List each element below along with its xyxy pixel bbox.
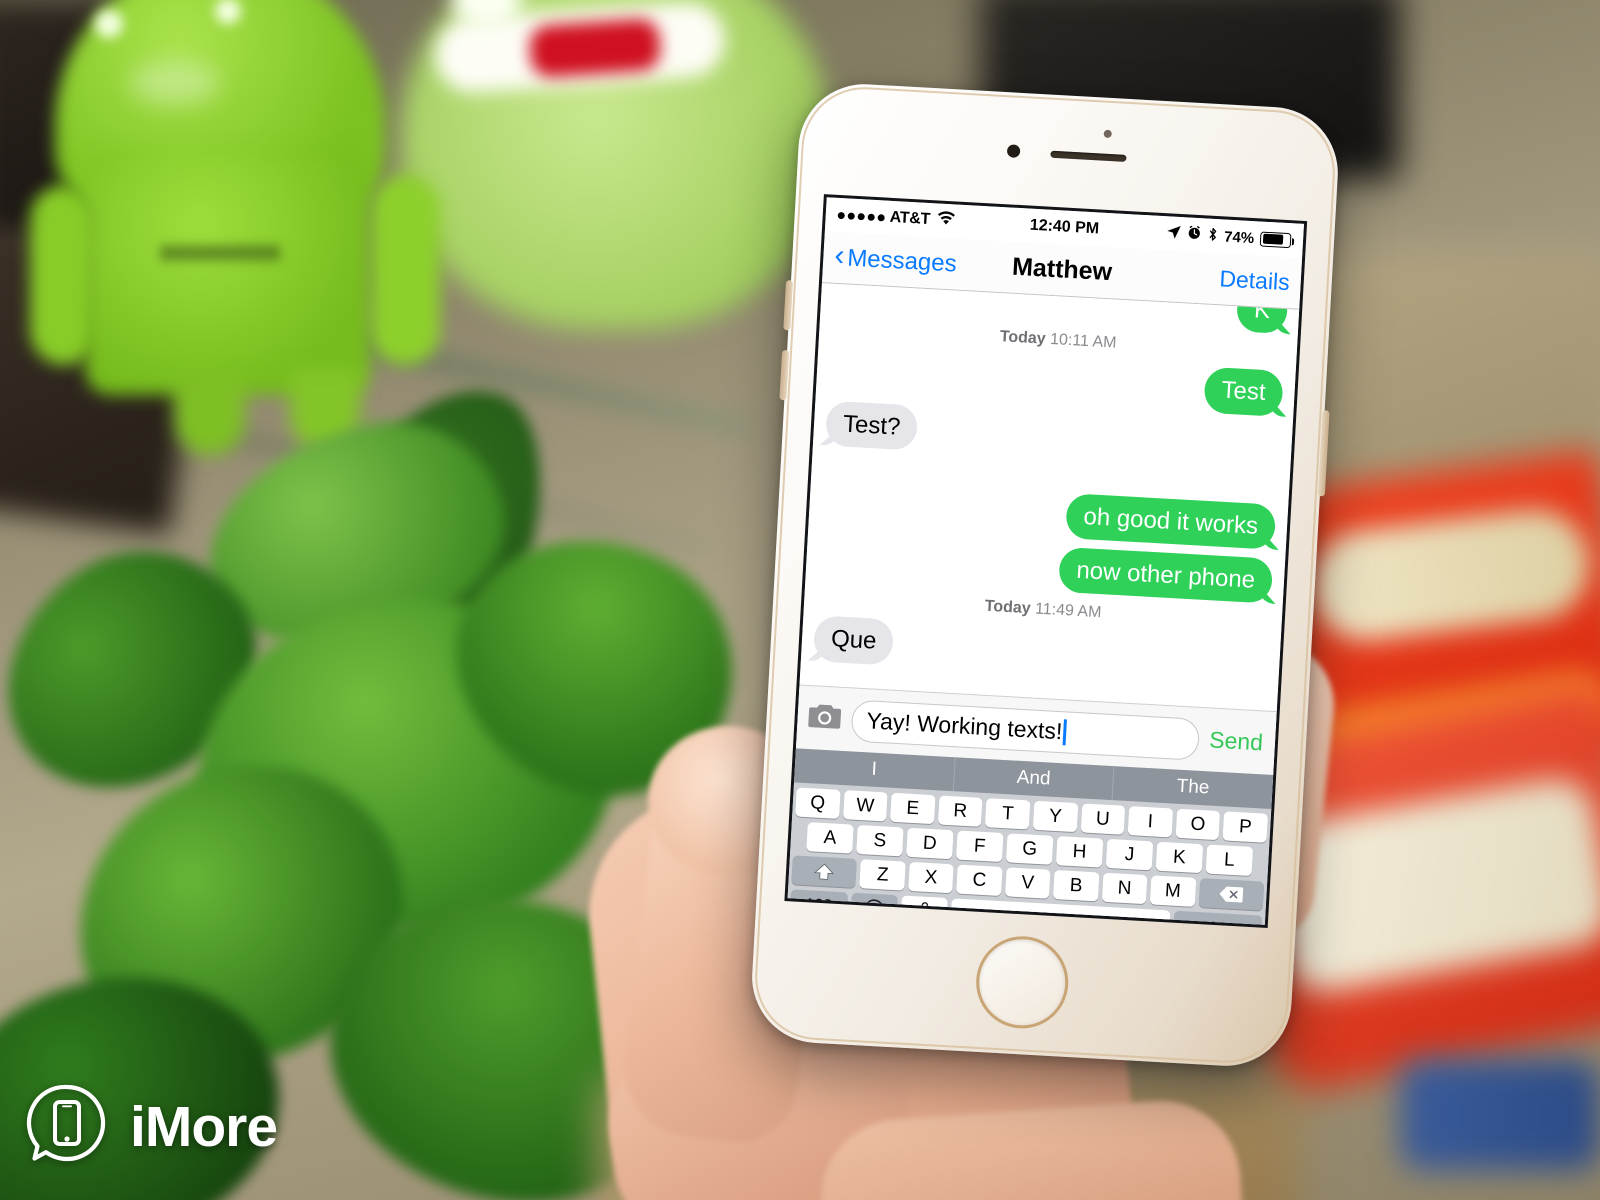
bluetooth-icon [1207, 226, 1219, 246]
alarm-clock-icon [1187, 225, 1202, 244]
timestamp-prefix: Today [984, 598, 1032, 618]
carrier-label: AT&T [889, 208, 931, 229]
location-arrow-icon [1166, 224, 1182, 244]
key-i[interactable]: I [1127, 806, 1173, 838]
key-u[interactable]: U [1080, 803, 1126, 835]
key-k[interactable]: K [1155, 841, 1204, 874]
key-d[interactable]: D [906, 827, 954, 860]
message-text-input[interactable]: Yay! Working texts! [850, 698, 1201, 761]
key-c[interactable]: C [956, 864, 1003, 897]
key-g[interactable]: G [1005, 833, 1054, 865]
key-o[interactable]: O [1175, 808, 1221, 841]
message-input-value: Yay! Working texts! [865, 707, 1064, 745]
imore-phone-bubble-logo [26, 1083, 108, 1170]
phone-screen: AT&T 12:40 PM 74% ‹ Messages Matthew Det… [784, 194, 1308, 928]
onscreen-keyboard[interactable]: I And The Q W E R T Y U I O P A S D F G … [787, 748, 1274, 928]
key-l[interactable]: L [1205, 844, 1254, 876]
shift-up-arrow-icon[interactable] [791, 855, 858, 888]
key-h[interactable]: H [1055, 836, 1104, 868]
battery-icon [1259, 230, 1292, 248]
wifi-icon [936, 210, 956, 231]
backspace-delete-icon[interactable] [1198, 878, 1265, 911]
key-f[interactable]: F [955, 830, 1004, 863]
battery-percent-label: 74% [1223, 227, 1255, 247]
key-m[interactable]: M [1149, 875, 1196, 907]
iphone-device: AT&T 12:40 PM 74% ‹ Messages Matthew Det… [748, 80, 1342, 1070]
key-b[interactable]: B [1053, 870, 1100, 902]
key-q[interactable]: Q [795, 787, 841, 819]
key-s[interactable]: S [856, 824, 904, 857]
message-bubble-incoming[interactable]: Que [812, 615, 895, 666]
timestamp-time: 10:11 AM [1049, 331, 1117, 352]
key-w[interactable]: W [842, 790, 888, 822]
key-p[interactable]: P [1222, 811, 1268, 843]
key-r[interactable]: R [937, 795, 983, 827]
text-cursor [1062, 718, 1067, 745]
key-a[interactable]: A [806, 822, 854, 854]
key-j[interactable]: J [1105, 838, 1154, 871]
imore-brand-text: iMore [130, 1094, 278, 1159]
camera-icon[interactable] [807, 701, 843, 735]
message-bubble-outgoing[interactable]: Test [1203, 366, 1284, 417]
imore-watermark: iMore [26, 1083, 278, 1170]
signal-strength-dots [837, 211, 885, 221]
key-t[interactable]: T [985, 798, 1031, 830]
back-to-messages-button[interactable]: ‹ Messages [833, 238, 958, 278]
key-n[interactable]: N [1101, 872, 1148, 905]
key-v[interactable]: V [1004, 867, 1051, 899]
send-button[interactable]: Send [1209, 726, 1266, 756]
chevron-left-icon: ‹ [833, 238, 846, 273]
key-y[interactable]: Y [1032, 800, 1078, 833]
message-bubble-incoming[interactable]: Test? [824, 400, 919, 451]
key-x[interactable]: X [908, 861, 955, 894]
back-button-label: Messages [846, 243, 958, 278]
timestamp-prefix: Today [999, 328, 1047, 348]
details-button[interactable]: Details [1219, 265, 1291, 296]
key-e[interactable]: E [890, 792, 936, 825]
timestamp-time: 11:49 AM [1034, 600, 1102, 622]
message-bubble-outgoing[interactable]: now other phone [1058, 546, 1274, 604]
message-bubble-outgoing[interactable]: oh good it works [1065, 492, 1277, 550]
key-z[interactable]: Z [859, 859, 906, 891]
